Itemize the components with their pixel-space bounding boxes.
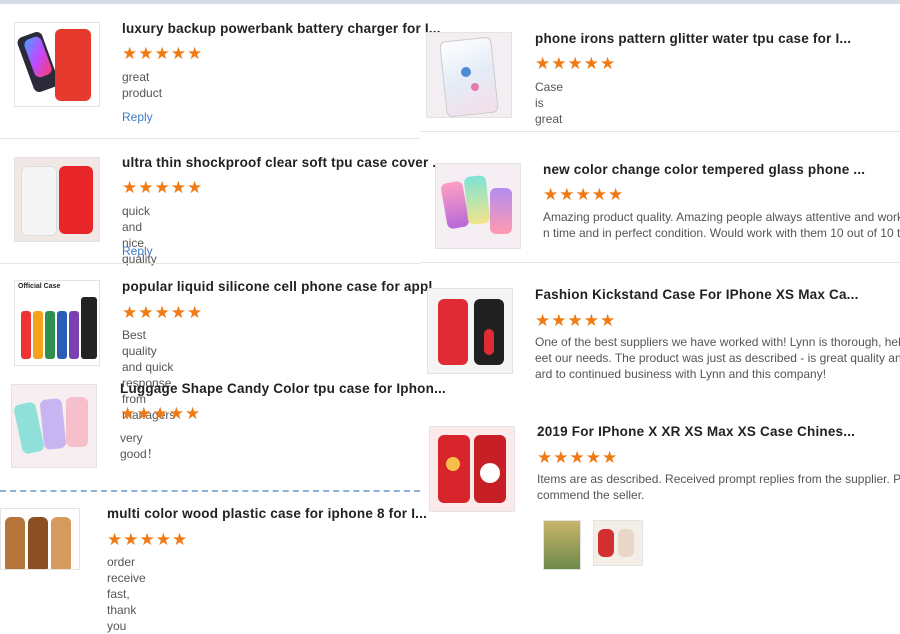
product-thumbnail[interactable]: [14, 157, 100, 242]
rating-stars: ★★★★★: [120, 404, 202, 423]
review-comment: Items are as described. Received prompt …: [537, 472, 900, 486]
review-comment: Case is great: [535, 80, 564, 126]
rating-stars: ★★★★★: [537, 448, 619, 467]
product-title[interactable]: 2019 For IPhone X XR XS Max XS Case Chin…: [537, 424, 855, 439]
rating-stars: ★★★★★: [543, 185, 625, 204]
product-title[interactable]: luxury backup powerbank battery charger …: [122, 21, 441, 36]
divider: [420, 262, 900, 263]
dashed-divider: [0, 490, 420, 492]
review-comment: great product: [122, 70, 163, 100]
reply-link[interactable]: Reply: [122, 244, 153, 258]
rating-stars: ★★★★★: [535, 311, 617, 330]
review-comment: order receive fast, thank you: [107, 555, 146, 633]
product-thumbnail[interactable]: [429, 426, 515, 512]
review-photo[interactable]: [593, 520, 643, 566]
product-title[interactable]: ultra thin shockproof clear soft tpu cas…: [122, 155, 444, 170]
review-comment: commend the seller.: [537, 488, 645, 502]
product-title[interactable]: Luggage Shape Candy Color tpu case for I…: [120, 381, 446, 396]
product-thumbnail[interactable]: Official Case: [14, 280, 100, 366]
top-border: [0, 0, 900, 4]
product-title[interactable]: new color change color tempered glass ph…: [543, 162, 865, 177]
rating-stars: ★★★★★: [535, 54, 617, 73]
review-comment: eet our needs. The product was just as d…: [535, 351, 900, 365]
reply-link[interactable]: Reply: [122, 110, 153, 124]
product-title[interactable]: phone irons pattern glitter water tpu ca…: [535, 31, 851, 46]
divider: [420, 131, 900, 132]
product-thumbnail[interactable]: [426, 32, 512, 118]
review-comment: One of the best suppliers we have worked…: [535, 335, 900, 349]
product-thumbnail[interactable]: [11, 384, 97, 468]
review-photo[interactable]: [543, 520, 581, 570]
divider: [0, 263, 420, 264]
product-thumbnail[interactable]: [14, 22, 100, 107]
rating-stars: ★★★★★: [107, 530, 189, 549]
product-title[interactable]: popular liquid silicone cell phone case …: [122, 279, 444, 294]
product-title[interactable]: multi color wood plastic case for iphone…: [107, 506, 427, 521]
product-thumbnail[interactable]: [0, 508, 80, 570]
official-case-badge: Official Case: [18, 283, 61, 290]
review-comment: Amazing product quality. Amazing people …: [543, 210, 900, 224]
review-comment: ard to continued business with Lynn and …: [535, 367, 827, 381]
product-thumbnail[interactable]: [427, 288, 513, 374]
product-title[interactable]: Fashion Kickstand Case For IPhone XS Max…: [535, 287, 859, 302]
rating-stars: ★★★★★: [122, 178, 204, 197]
review-comment: very good！: [120, 431, 159, 461]
divider: [0, 138, 420, 139]
review-comment: n time and in perfect condition. Would w…: [543, 226, 900, 240]
rating-stars: ★★★★★: [122, 303, 204, 322]
rating-stars: ★★★★★: [122, 44, 204, 63]
product-thumbnail[interactable]: [435, 163, 521, 249]
